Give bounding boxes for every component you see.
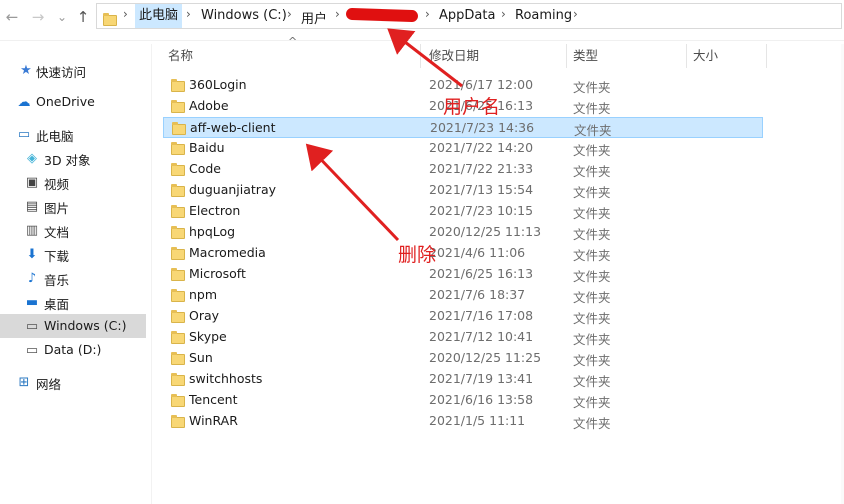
username-annotation: 用户名 [443, 96, 501, 118]
username-arrow [387, 28, 463, 88]
delete-annotation: 删除 [398, 244, 437, 266]
delete-arrow [305, 143, 400, 242]
